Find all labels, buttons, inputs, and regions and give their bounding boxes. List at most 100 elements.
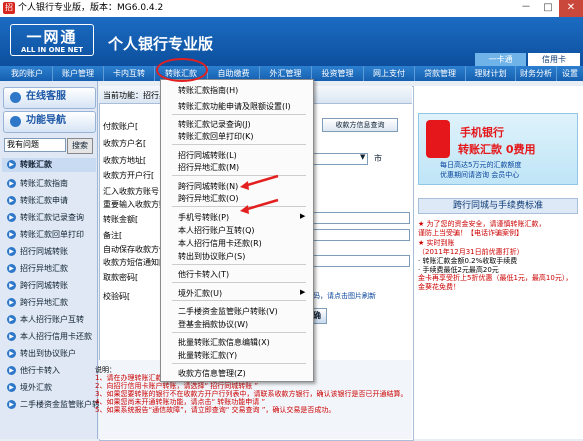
auto-save-label: 自动保存收款方信 (103, 245, 167, 254)
bullet-icon: ▶ (7, 400, 16, 409)
nav-card-transfer[interactable]: 卡内互转 (104, 66, 155, 81)
menu-item[interactable]: 转账汇款回单打印(K) (178, 131, 254, 142)
sidebar-item[interactable]: ▶ 本人招行信用卡还款 (2, 330, 96, 344)
bullet-icon: ▶ (7, 281, 16, 290)
bullet-icon: ▶ (7, 383, 16, 392)
sidebar-item[interactable]: ▶ 招行异地汇款 (2, 262, 96, 276)
confirm-account-label: 重要输入收款方账 (103, 200, 167, 209)
bullet-icon: ▶ (7, 332, 16, 341)
logo-subtitle: ALL IN ONE NET (20, 46, 84, 54)
sidebar-item[interactable]: ▶ 境外汇款 (2, 381, 96, 395)
arrow-icon (243, 174, 279, 188)
sidebar-item[interactable]: ▶ 转出到协议账户 (2, 347, 96, 361)
bullet-icon: ▶ (7, 349, 16, 358)
arrow-icon (243, 198, 279, 212)
payee-bank-label: 收款方开户行[ (103, 171, 155, 180)
compass-icon (10, 116, 21, 127)
nav-plan[interactable]: 理财计划 (466, 66, 516, 81)
logo: 一网通 (26, 28, 78, 46)
captcha-hint[interactable]: 码，请点击图片刷新 (313, 291, 376, 301)
sidebar-item[interactable]: ▶ 转账汇款记录查询 (2, 211, 96, 225)
arrow-head-icon (240, 181, 249, 190)
menu-item[interactable]: 转账汇款指南(H) (178, 85, 238, 96)
online-service-label: 在线客服 (26, 91, 66, 102)
ad-line: 每日高达5万元的汇款额度 (440, 161, 522, 169)
fee-line[interactable]: 谨防上当受骗！【电话诈骗案例】 (418, 228, 523, 238)
menu-separator (172, 144, 306, 145)
nav-account-mgmt[interactable]: 账户管理 (53, 66, 104, 81)
sidebar-item[interactable]: ▶ 转账汇款申请 (2, 194, 96, 208)
maximize-button[interactable]: □ (537, 0, 559, 17)
arrow-head-icon (240, 205, 249, 214)
bullet-icon: ▶ (7, 230, 16, 239)
amount-input[interactable] (313, 212, 410, 224)
note-line: 5、如果系统报告“通信故障”，请立即查询“ 交易查询 ”，确认交易是否成功。 (95, 406, 336, 414)
bullet-icon: ▶ (7, 315, 16, 324)
search-input[interactable]: 我有问题 (4, 138, 66, 152)
chevron-right-icon: ▶ (300, 212, 306, 220)
fee-line: 金卡再享受折上5折优惠（最低1元，最高10元），金葵花免费！ (418, 274, 573, 291)
sidebar-item[interactable]: ▶ 转账汇款指南 (2, 177, 96, 191)
sidebar-item[interactable]: ▶ 他行卡转入 (2, 364, 96, 378)
menu-item[interactable]: 二手楼资金监管账户转账(V) (178, 306, 278, 317)
sms-notify-label: 收款方短信通知[ (103, 258, 163, 267)
menu-item[interactable]: 收款方信息管理(Z) (178, 368, 246, 379)
menu-item[interactable]: 手机号转账(P) (178, 212, 229, 223)
tab-debit-card[interactable]: 一卡通 (475, 53, 526, 66)
breadcrumb: 当前功能：招行异 (103, 91, 167, 100)
headset-icon (10, 92, 21, 103)
menu-item[interactable]: 他行卡转入(T) (178, 269, 229, 280)
sidebar-item[interactable]: ▶ 转账汇款回单打印 (2, 228, 96, 242)
password-label: 取款密码[ (103, 273, 139, 282)
nav-finance[interactable]: 财务分析 (516, 66, 557, 81)
payee-query-button[interactable]: 收款方信息查询 (322, 118, 398, 132)
remark-input[interactable] (313, 229, 410, 241)
minimize-button[interactable]: － (515, 0, 537, 17)
sidebar-item-transfer[interactable]: ▶ 转账汇款 (2, 158, 96, 172)
menu-item[interactable]: 登基金捐款协议(W) (178, 319, 248, 330)
nav-invest[interactable]: 投资管理 (312, 66, 364, 81)
sms-input[interactable] (313, 255, 410, 267)
close-button[interactable]: ✕ (559, 0, 583, 17)
city-suffix: 市 (374, 154, 382, 163)
bullet-icon: ▶ (7, 196, 16, 205)
nav-loan[interactable]: 贷款管理 (415, 66, 466, 81)
menu-item[interactable]: 本人招行账户互转(Q) (178, 225, 255, 236)
menu-item[interactable]: 转账汇款功能申请及限额设置(I) (178, 101, 291, 112)
search-button[interactable]: 搜索 (67, 138, 93, 154)
sidebar-item[interactable]: ▶ 招行同城转账 (2, 245, 96, 259)
menu-item[interactable]: 批量转账汇款(Y) (178, 350, 237, 361)
sidebar-item[interactable]: ▶ 跨行异地汇款 (2, 296, 96, 310)
payee-address-label: 收款方地址[ (103, 156, 147, 165)
menu-item[interactable]: 招行同城转账(L) (178, 150, 237, 161)
menu-separator (172, 363, 306, 364)
nav-my-account[interactable]: 我的账户 (2, 66, 53, 81)
remark-label: 备注[ (103, 231, 123, 240)
nav-settings[interactable]: 设置 (557, 66, 583, 81)
window-title: 个人银行专业版，版本：MG6.0.4.2 (18, 3, 164, 13)
menu-separator (172, 264, 306, 265)
ad-line: 优惠期间请咨询 会员中心 (440, 171, 520, 179)
menu-item[interactable]: 批量转账汇款信息编辑(X) (178, 337, 270, 348)
menu-item-interbank-remote[interactable]: 跨行异地汇款(O) (178, 193, 239, 204)
captcha-label: 校验码[ (103, 292, 131, 301)
menu-item[interactable]: 境外汇款(U) (178, 288, 222, 299)
menu-item[interactable]: 转账汇款记录查询(J) (178, 119, 251, 130)
highlight-ellipse (156, 58, 208, 82)
nav-online-pay[interactable]: 网上支付 (364, 66, 415, 81)
tab-credit-card[interactable]: 信用卡 (528, 53, 580, 66)
sidebar-item[interactable]: ▶ 跨行同城转账 (2, 279, 96, 293)
bullet-icon: ▶ (7, 264, 16, 273)
fee-title: 跨行同城与手续费标准 (418, 198, 578, 214)
sidebar-item[interactable]: ▶ 二手楼资金监管账户转账 (2, 398, 108, 412)
menu-item[interactable]: 本人招行信用卡还款(R) (178, 238, 262, 249)
menu-item[interactable]: 招行异地汇款(M) (178, 162, 239, 173)
menu-item[interactable]: 转出到协议账户(S) (178, 251, 245, 262)
sidebar-item[interactable]: ▶ 本人招行账户互转 (2, 313, 96, 327)
menu-item-interbank-local[interactable]: 跨行同城转账(N) (178, 181, 238, 192)
bullet-icon: ▶ (7, 160, 16, 169)
bullet-icon: ▶ (7, 366, 16, 375)
bullet-icon: ▶ (7, 247, 16, 256)
payer-account-label: 付款账户[ (103, 122, 139, 131)
ad-title: 手机银行 (460, 126, 504, 139)
